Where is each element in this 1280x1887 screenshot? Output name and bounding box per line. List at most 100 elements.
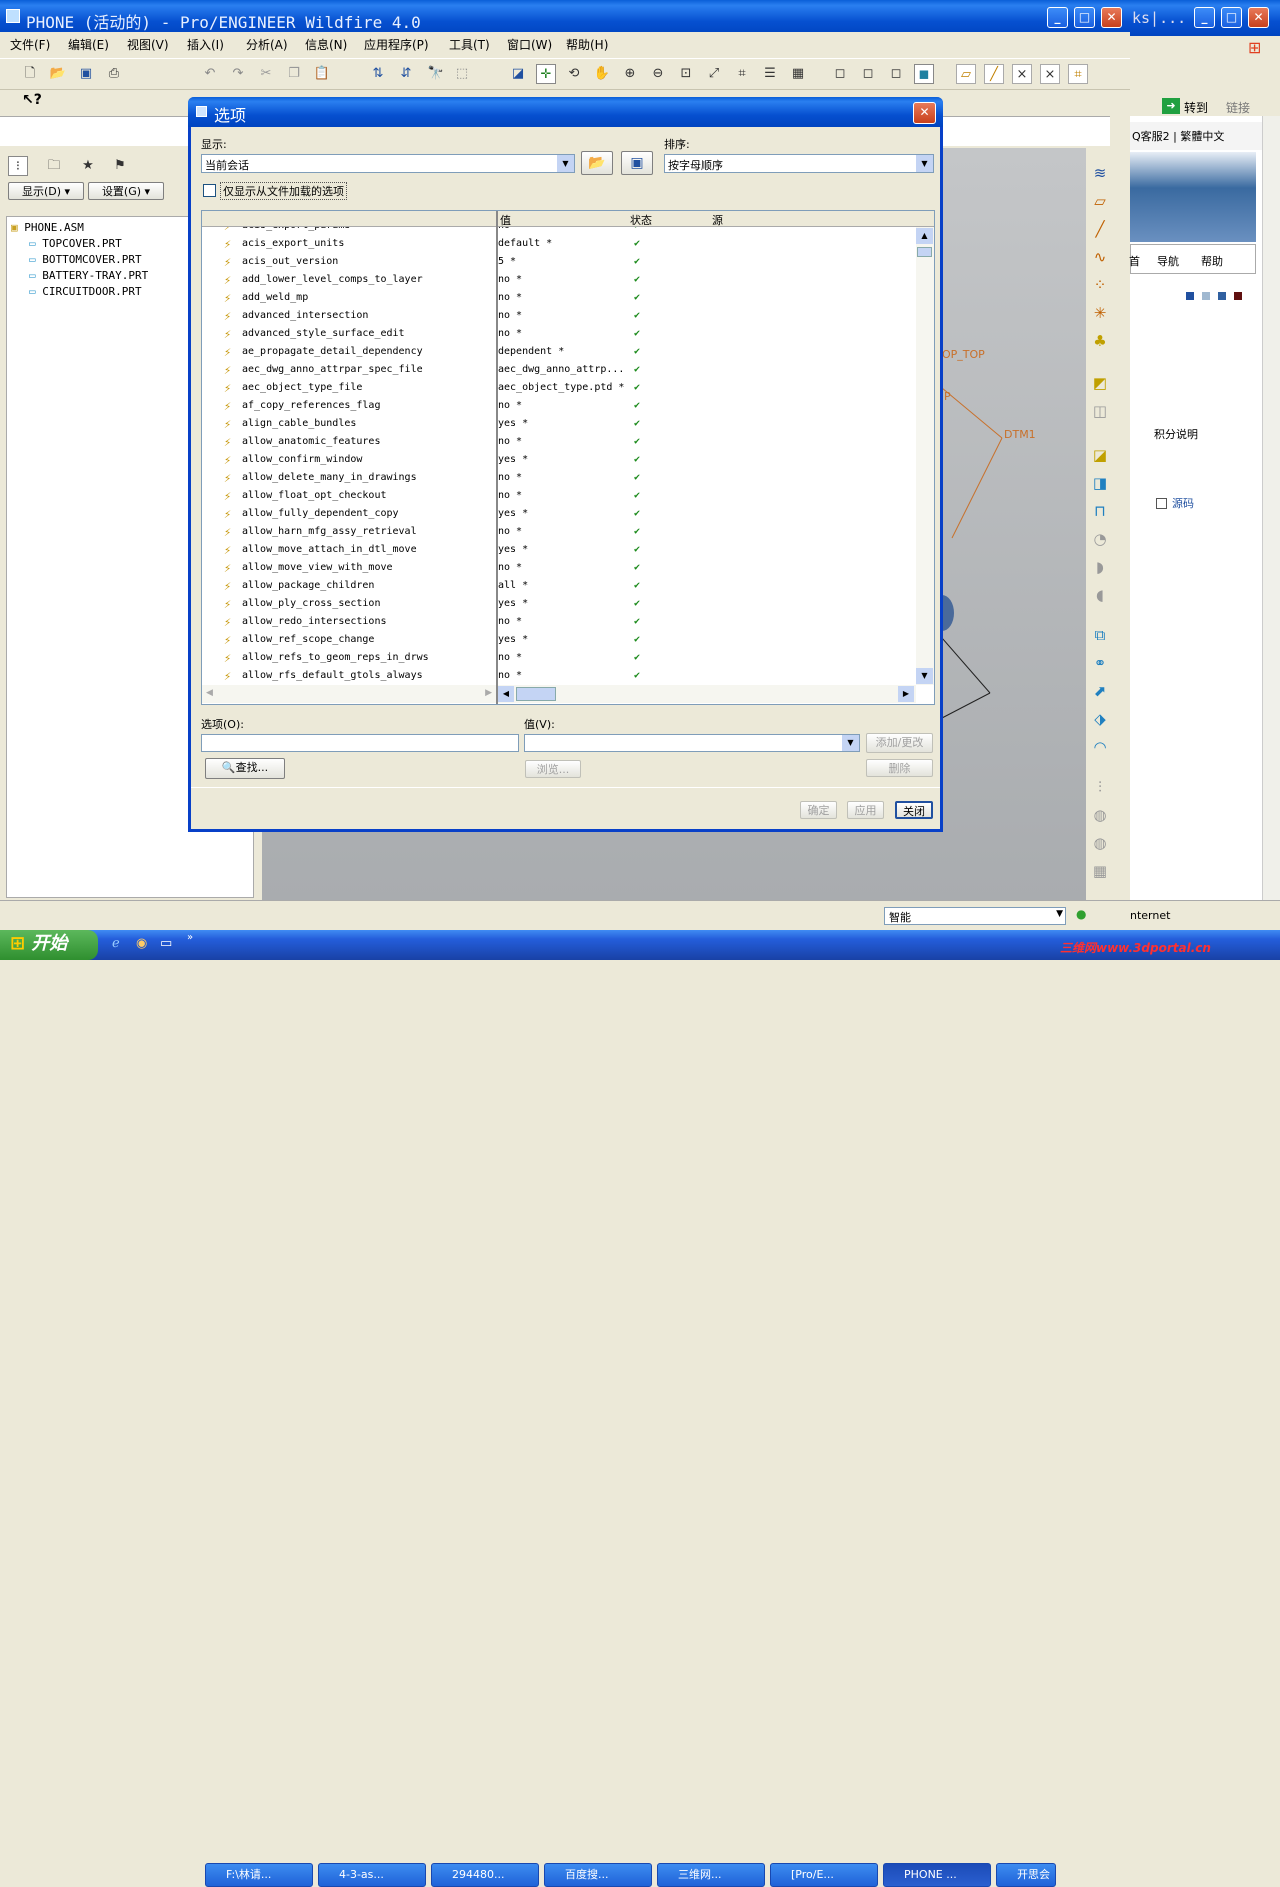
ok-button[interactable]: 确定 [800, 801, 837, 819]
thicken-icon[interactable]: ◍ [1088, 834, 1112, 856]
table-row[interactable]: ⚡ acis_export_units default * ✔ [202, 235, 916, 253]
more-quicklaunch-icon[interactable]: » [187, 932, 193, 943]
tree-item[interactable]: ▭ BATTERY-TRAY.PRT [29, 269, 148, 282]
print-icon[interactable]: ⎙ [104, 64, 124, 84]
display-select[interactable]: 当前会话 ▼ [201, 154, 575, 173]
create-component-icon[interactable]: ◫ [1088, 402, 1112, 424]
menu-insert[interactable]: 插入(I) [187, 36, 224, 53]
table-row[interactable]: ⚡ allow_harn_mfg_assy_retrieval no * ✔ [202, 523, 916, 541]
hscroll-left-button[interactable]: ◀ [498, 686, 514, 702]
datum-axis-icon[interactable]: ╱ [1088, 220, 1112, 242]
close-window-button[interactable]: ✕ [1101, 7, 1122, 28]
datum-axes-icon[interactable]: ╱ [984, 64, 1004, 84]
menu-tools[interactable]: 工具(T) [449, 36, 490, 53]
swatch-light[interactable] [1202, 292, 1210, 300]
regenerate-icon[interactable]: ⇅ [368, 64, 388, 84]
swatch-navy[interactable] [1218, 292, 1226, 300]
close-button[interactable]: 关闭 [895, 801, 933, 819]
menu-window[interactable]: 窗口(W) [507, 36, 552, 53]
menu-applications[interactable]: 应用程序(P) [364, 36, 429, 53]
cut-icon[interactable]: ✂ [256, 64, 276, 84]
table-row[interactable]: ⚡ allow_fully_dependent_copy yes * ✔ [202, 505, 916, 523]
points-link[interactable]: 积分说明 [1154, 426, 1198, 442]
datum-curve-icon[interactable]: ∿ [1088, 248, 1112, 270]
pan-icon[interactable]: ✋ [592, 64, 612, 84]
goto-button[interactable]: 转到 [1184, 99, 1208, 116]
media-quicklaunch-icon[interactable]: ◉ [136, 936, 147, 951]
find-icon[interactable]: 🔭 [426, 64, 446, 84]
round-icon[interactable]: ◔ [1088, 530, 1112, 552]
table-row[interactable]: ⚡ aec_dwg_anno_attrpar_spec_file aec_dwg_a… [202, 361, 916, 379]
table-row[interactable]: ⚡ allow_confirm_window yes * ✔ [202, 451, 916, 469]
repaint-icon[interactable]: ◪ [508, 64, 528, 84]
browser-close-button[interactable]: ✕ [1248, 7, 1269, 28]
taskbar-item[interactable]: 294480... [431, 1863, 539, 1887]
vertical-scrollbar[interactable]: ▲ ▼ [916, 227, 934, 685]
scroll-up-button[interactable]: ▲ [916, 228, 933, 244]
browser-maximize-button[interactable]: □ [1221, 7, 1242, 28]
sketch-tool-icon[interactable]: ≋ [1088, 164, 1112, 186]
solidify-icon[interactable]: ◍ [1088, 806, 1112, 828]
table-row[interactable]: ⚡ allow_refs_to_geom_reps_in_drws no * ✔ [202, 649, 916, 667]
table-row[interactable]: ⚡ allow_move_view_with_move no * ✔ [202, 559, 916, 577]
table-row[interactable]: ⚡ acis_out_version 5 * ✔ [202, 253, 916, 271]
table-row[interactable]: ⚡ allow_package_children all * ✔ [202, 577, 916, 595]
insert-component-icon[interactable]: ◩ [1088, 374, 1112, 396]
refit-icon[interactable]: ⊡ [676, 64, 696, 84]
layers-icon[interactable]: ☰ [760, 64, 780, 84]
draft-icon[interactable]: ◖ [1088, 586, 1112, 608]
browser-minimize-button[interactable]: _ [1194, 7, 1215, 28]
nav-home[interactable]: 首 [1129, 253, 1140, 269]
zoom-in-icon[interactable]: ⊕ [620, 64, 640, 84]
coordinate-systems-icon[interactable]: ⨯ [1040, 64, 1060, 84]
tree-item[interactable]: ▭ TOPCOVER.PRT [29, 237, 122, 250]
browser-scrollbar[interactable] [1262, 116, 1280, 900]
table-row[interactable]: ⚡ add_lower_level_comps_to_layer no * ✔ [202, 271, 916, 289]
start-button[interactable]: ⊞ 开始 [0, 930, 98, 960]
coord-sys-icon[interactable]: ✳ [1088, 304, 1112, 326]
table-row[interactable]: ⚡ aec_object_type_file aec_object_type.ptd… [202, 379, 916, 397]
hscroll-right-button[interactable]: ▶ [898, 686, 914, 702]
smart-filter-select[interactable]: 智能 ▼ [884, 907, 1066, 925]
tree-item[interactable]: ▭ CIRCUITDOOR.PRT [29, 285, 142, 298]
saved-views-icon[interactable]: ⌗ [732, 64, 752, 84]
table-row[interactable]: ⚡ allow_delete_many_in_drawings no * ✔ [202, 469, 916, 487]
links-label[interactable]: 链接 [1226, 99, 1250, 116]
status-column-header[interactable]: 状态 [630, 212, 652, 228]
table-row[interactable]: ⚡ allow_redo_intersections no * ✔ [202, 613, 916, 631]
ie-quicklaunch-icon[interactable]: ℯ [112, 936, 120, 951]
table-row[interactable]: ⚡ af_copy_references_flag no * ✔ [202, 397, 916, 415]
taskbar-item-active[interactable]: PHONE ... [883, 1863, 991, 1887]
chamfer-icon[interactable]: ◗ [1088, 558, 1112, 580]
menu-view[interactable]: 视图(V) [127, 36, 169, 53]
context-help-icon[interactable]: ↖? [22, 92, 42, 108]
maximize-button[interactable]: □ [1074, 7, 1095, 28]
scroll-down-button[interactable]: ▼ [916, 668, 933, 684]
menu-help[interactable]: 帮助(H) [566, 36, 608, 53]
goto-arrow-icon[interactable]: ➜ [1162, 98, 1180, 114]
dialog-close-icon[interactable]: ✕ [913, 102, 936, 124]
hidden-line-icon[interactable]: ◻ [858, 64, 878, 84]
source-column-header[interactable]: 源 [712, 212, 723, 228]
find-button[interactable]: 🔍查找... [205, 758, 285, 779]
pattern-icon[interactable]: ▦ [1088, 862, 1112, 884]
hole-icon[interactable]: ⊓ [1088, 502, 1112, 524]
menu-file[interactable]: 文件(F) [10, 36, 50, 53]
zoom-out-icon[interactable]: ⊖ [648, 64, 668, 84]
mirror-icon[interactable]: ⫶ [1088, 778, 1112, 800]
table-row[interactable]: ⚡ allow_rfs_default_gtols_always no * ✔ [202, 667, 916, 685]
table-row[interactable]: ⚡ align_cable_bundles yes * ✔ [202, 415, 916, 433]
scroll-thumb[interactable] [917, 247, 932, 257]
value-select[interactable]: ▼ [524, 734, 860, 752]
wireframe-icon[interactable]: ◻ [830, 64, 850, 84]
new-file-icon[interactable]: 🗋 [20, 64, 40, 84]
orient-mode-icon[interactable]: ⟲ [564, 64, 584, 84]
select-box-icon[interactable]: ⬚ [452, 64, 472, 84]
redo-icon[interactable]: ↷ [228, 64, 248, 84]
model-tree-tab-icon[interactable]: ⁝ [8, 156, 28, 176]
no-hidden-icon[interactable]: ◻ [886, 64, 906, 84]
connections-tab-icon[interactable]: ⚑ [110, 156, 130, 176]
package-icon[interactable]: ◨ [1088, 474, 1112, 496]
right-horizontal-scrollbar[interactable]: ◀ ▶ [498, 685, 916, 703]
merge-icon[interactable]: ⚭ [1088, 654, 1112, 676]
